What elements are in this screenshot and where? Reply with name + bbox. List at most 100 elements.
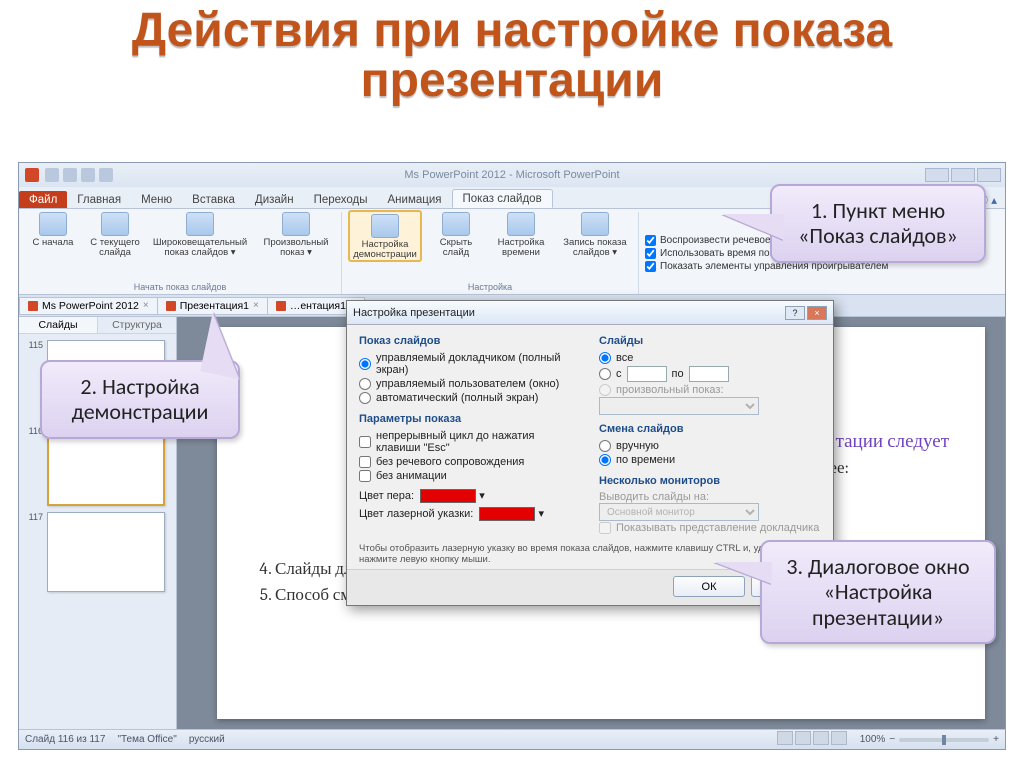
tab-animation[interactable]: Анимация [378, 191, 452, 208]
zoom-control[interactable]: 100% −+ [860, 734, 999, 745]
app-icon [25, 168, 39, 182]
hide-slide-icon [442, 212, 470, 236]
status-slide-pos: Слайд 116 из 117 [25, 734, 105, 745]
quick-access-toolbar[interactable] [45, 168, 113, 182]
tab-transitions[interactable]: Переходы [304, 191, 378, 208]
clock-icon [507, 212, 535, 236]
setup-slideshow-button[interactable]: Настройка демонстрации [348, 210, 422, 262]
group-start-label: Начать показ слайдов [25, 282, 335, 294]
status-lang[interactable]: русский [189, 734, 225, 745]
qat-undo-icon[interactable] [63, 168, 77, 182]
custom-show-button[interactable]: Произвольный показ ▾ [257, 212, 335, 258]
monitor-combo: Основной монитор [599, 503, 759, 521]
ppt-file-icon [28, 301, 38, 311]
ppt-file-icon [276, 301, 286, 311]
to-spinner[interactable] [689, 366, 729, 382]
to-label: по [672, 368, 684, 380]
from-beginning-button[interactable]: С начала [25, 212, 81, 258]
radio-all[interactable]: все [599, 351, 821, 365]
play-icon [39, 212, 67, 236]
qat-more-icon[interactable] [99, 168, 113, 182]
thumb-number: 117 [27, 512, 43, 522]
callout-3: 3. Диалоговое окно «Настройка презентаци… [760, 540, 996, 644]
lp-tab-slides[interactable]: Слайды [19, 317, 98, 333]
tab-home[interactable]: Главная [67, 191, 131, 208]
chk-noanim-label: без анимации [376, 470, 447, 482]
thumb-117[interactable]: 117 [27, 512, 168, 592]
group-settings-label: Настройка [348, 282, 632, 294]
sect-monitors: Несколько мониторов [599, 473, 821, 491]
hide-slide-button[interactable]: Скрыть слайд [428, 212, 484, 262]
radio-timing[interactable]: по времени [599, 453, 821, 467]
radio-speaker-label: управляемый докладчиком (полный экран) [376, 352, 581, 376]
custom-show-icon [282, 212, 310, 236]
page-title: Действия при настройке показа презентаци… [0, 0, 1024, 111]
close-button[interactable] [977, 168, 1001, 182]
callout-2: 2. Настройка демонстрации [40, 360, 240, 439]
broadcast-label: Широковещательный показ слайдов ▾ [149, 238, 251, 258]
from-current-button[interactable]: С текущего слайда [87, 212, 143, 258]
statusbar: Слайд 116 из 117 "Тема Office" русский 1… [19, 729, 1005, 749]
dialog-help-button[interactable]: ? [785, 306, 805, 320]
chk-loop-label: непрерывный цикл до нажатия клавиши "Esc… [376, 430, 581, 454]
radio-all-label: все [616, 352, 633, 364]
record-label: Запись показа слайдов ▾ [558, 238, 632, 258]
maximize-button[interactable] [951, 168, 975, 182]
mdi-close-icon[interactable]: × [143, 300, 149, 311]
qat-redo-icon[interactable] [81, 168, 95, 182]
tab-menu[interactable]: Меню [131, 191, 182, 208]
rehearse-label: Настройка времени [490, 238, 552, 258]
record-button[interactable]: Запись показа слайдов ▾ [558, 212, 632, 262]
thumb-image [47, 512, 165, 592]
pen-color-label: Цвет пера: [359, 490, 414, 502]
dialog-title: Настройка презентации [353, 307, 475, 319]
radio-speaker[interactable]: управляемый докладчиком (полный экран) [359, 351, 581, 377]
chk-nonarr[interactable]: без речевого сопровождения [359, 455, 581, 469]
from-spinner[interactable] [627, 366, 667, 382]
radio-timing-label: по времени [616, 454, 675, 466]
custom-combo [599, 397, 759, 415]
mdi-close-icon[interactable]: × [253, 300, 259, 311]
minimize-button[interactable] [925, 168, 949, 182]
ppt-file-icon [166, 301, 176, 311]
laser-color-swatch[interactable] [479, 507, 535, 521]
pen-color-swatch[interactable] [420, 489, 476, 503]
mdi-tab-1[interactable]: Ms PowerPoint 2012 × [19, 297, 158, 315]
radio-range[interactable]: с по [599, 365, 821, 383]
radio-auto[interactable]: автоматический (полный экран) [359, 391, 581, 405]
tab-file[interactable]: Файл [19, 191, 67, 208]
radio-manual[interactable]: вручную [599, 439, 821, 453]
chk-loop[interactable]: непрерывный цикл до нажатия клавиши "Esc… [359, 429, 581, 455]
lp-tab-outline[interactable]: Структура [98, 317, 176, 333]
tab-insert[interactable]: Вставка [182, 191, 245, 208]
mdi-tab-1-label: Ms PowerPoint 2012 [42, 300, 139, 312]
chk-noanim[interactable]: без анимации [359, 469, 581, 483]
app-title: Ms PowerPoint 2012 - Microsoft PowerPoin… [404, 169, 619, 181]
sect-slides: Слайды [599, 333, 821, 351]
radio-custom[interactable]: произвольный показ: [599, 383, 821, 397]
broadcast-icon [186, 212, 214, 236]
tab-design[interactable]: Дизайн [245, 191, 304, 208]
dialog-close-button[interactable]: × [807, 306, 827, 320]
sect-advance: Смена слайдов [599, 421, 821, 439]
chk-presenter: Показывать представление докладчика [599, 521, 821, 535]
slide-fragment: тации следует [836, 430, 949, 452]
chk-nonarr-label: без речевого сопровождения [376, 456, 524, 468]
chk-presenter-label: Показывать представление докладчика [616, 522, 819, 534]
record-icon [581, 212, 609, 236]
callout-2-text: 2. Настройка демонстрации [72, 373, 209, 425]
radio-user[interactable]: управляемый пользователем (окно) [359, 377, 581, 391]
radio-custom-label: произвольный показ: [616, 384, 724, 396]
view-buttons[interactable] [776, 731, 848, 748]
play-current-icon [101, 212, 129, 236]
tab-slideshow[interactable]: Показ слайдов [452, 189, 553, 208]
callout-1: 1. Пункт меню «Показ слайдов» [770, 184, 986, 263]
callout-1-text: 1. Пункт меню «Показ слайдов» [798, 197, 958, 249]
rehearse-button[interactable]: Настройка времени [490, 212, 552, 262]
sect-options: Параметры показа [359, 411, 581, 429]
setup-label: Настройка демонстрации [352, 240, 418, 260]
mdi-tab-3-label: …ентация1 [290, 300, 346, 312]
monitor-label: Выводить слайды на: [599, 491, 821, 503]
broadcast-button[interactable]: Широковещательный показ слайдов ▾ [149, 212, 251, 258]
qat-save-icon[interactable] [45, 168, 59, 182]
